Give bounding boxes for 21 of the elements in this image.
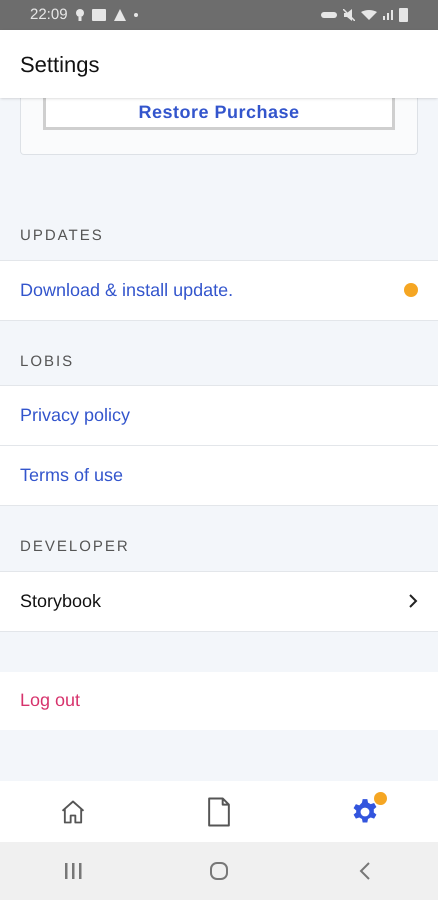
section-header: UPDATES [19,226,105,246]
section-header: DEVELOPER [19,537,131,557]
page-title: Settings [20,50,100,79]
status-time: 22:09 [30,4,68,25]
dot-icon [134,13,138,17]
section-header: LOBIS [19,352,76,372]
logout-button[interactable]: Log out [0,672,438,730]
settings-row[interactable]: Terms of use [0,445,438,505]
warning-icon [114,9,126,21]
settings-row[interactable]: Download & install update. [0,260,438,320]
back-icon[interactable] [359,861,371,881]
signal-icon [383,10,393,20]
home-button-icon[interactable] [209,861,229,881]
restore-purchase-button[interactable]: Restore Purchase [43,98,395,130]
wifi-icon [361,10,377,20]
chevron-right-icon [408,594,418,608]
settings-row[interactable]: Privacy policy [0,385,438,445]
recent-apps-icon[interactable] [63,862,83,880]
mute-icon [343,9,355,21]
image-icon [92,9,106,21]
settings-row[interactable]: Storybook [0,570,438,630]
